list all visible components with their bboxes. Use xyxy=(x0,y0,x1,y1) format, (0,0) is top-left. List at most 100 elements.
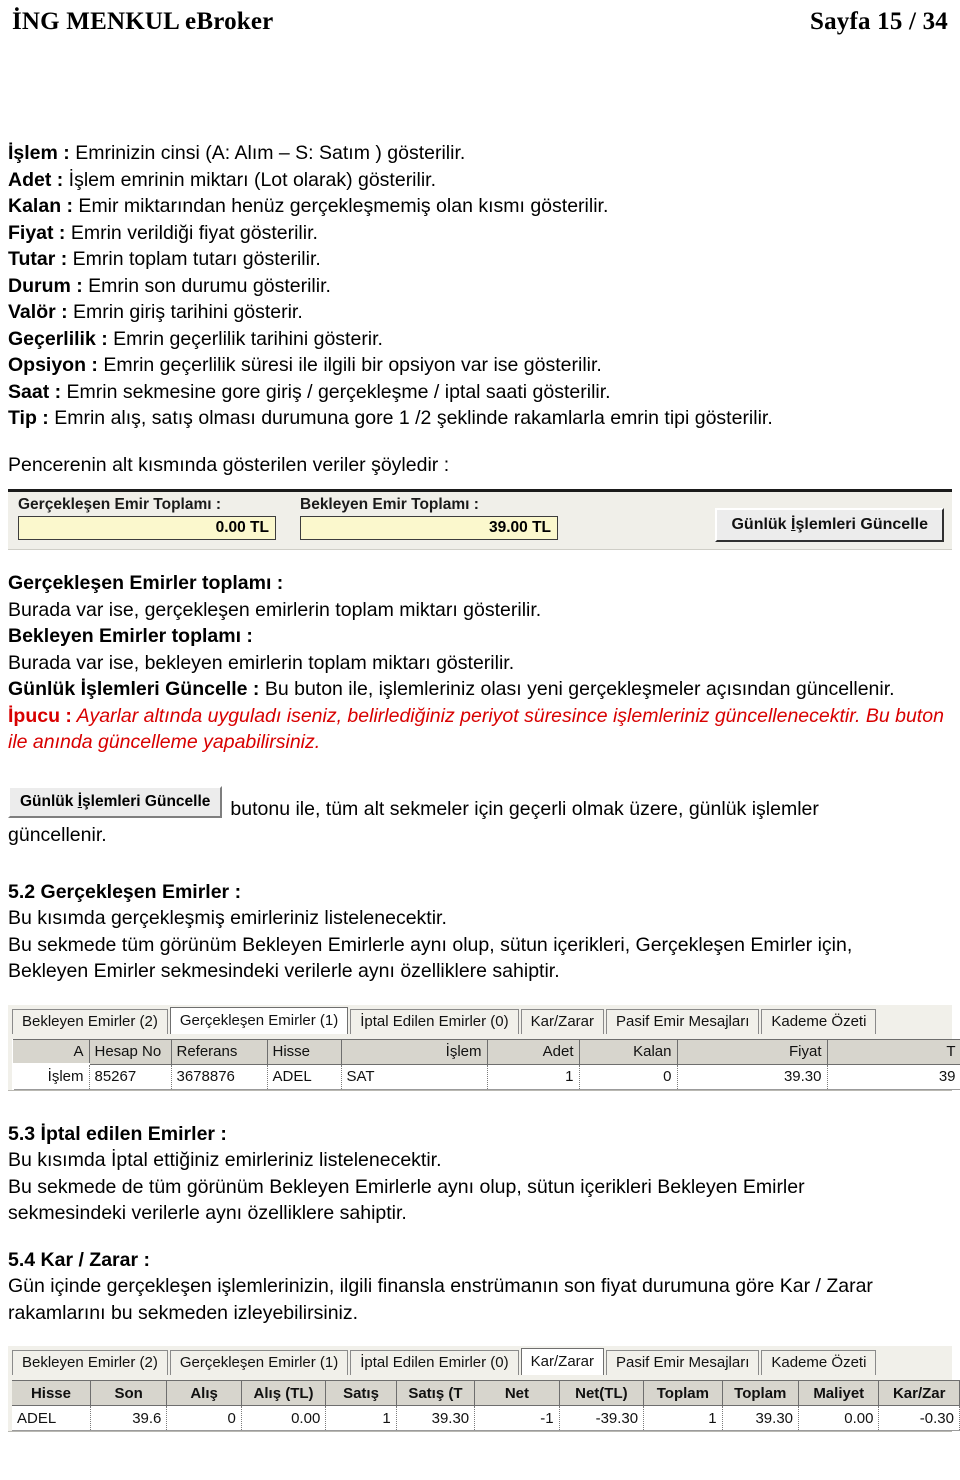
definition-item: Tutar : Emrin toplam tutarı gösterilir. xyxy=(8,246,952,273)
section-53-line: Bu kısımda İptal ettiğiniz emirleriniz l… xyxy=(8,1149,442,1171)
definition-desc: Emir miktarından henüz gerçekleşmemiş ol… xyxy=(73,195,609,217)
profit-row-son: 39.6 xyxy=(90,1405,168,1431)
explanation-refresh-desc: Bu buton ile, işlemleriniz olası yeni ge… xyxy=(259,678,895,700)
profit-col-hisse[interactable]: Hisse xyxy=(12,1380,91,1406)
section-52-line: Bu sekmede tüm görünüm Bekleyen Emirlerl… xyxy=(8,933,853,956)
orders-col-adet[interactable]: Adet xyxy=(487,1038,580,1065)
profit-row-satis: 1 xyxy=(325,1405,397,1431)
orders-row-fiyat: 39.30 xyxy=(677,1064,828,1090)
definition-term: Opsiyon : xyxy=(8,354,98,376)
orders-col-hesap-no[interactable]: Hesap No xyxy=(89,1038,172,1065)
orders-col-a[interactable]: A xyxy=(13,1038,90,1065)
refresh-button-text-post: şlemleri Güncelle xyxy=(795,516,928,533)
explanation-realized: Gerçekleşen Emirler toplamı : Burada var… xyxy=(8,570,952,623)
orders-row-referans: 3678876 xyxy=(171,1064,268,1090)
profit-col-toplam-tl[interactable]: Toplam xyxy=(722,1380,800,1406)
definition-item: Adet : İşlem emrinin miktarı (Lot olarak… xyxy=(8,167,952,194)
definition-desc: Emrin verildiği fiyat gösterilir. xyxy=(65,221,318,244)
inline-button-text-post: şlemleri Güncelle xyxy=(82,792,211,810)
orders-col-islem[interactable]: İşlem xyxy=(341,1038,488,1065)
definition-desc: Emrin alış, satış olması durumuna gore 1… xyxy=(48,407,773,429)
definition-desc: Emrin geçerlilik süresi ile ilgili bir o… xyxy=(97,354,602,376)
profit-col-alis[interactable]: Alış xyxy=(166,1380,242,1406)
tip-label: İpucu : xyxy=(8,704,72,727)
table-row[interactable]: ADEL 39.6 0 0.00 1 39.30 -1 -39.30 1 39.… xyxy=(12,1405,960,1431)
inline-button-caption: butonu ile, tüm alt sekmeler için geçerl… xyxy=(230,797,819,820)
definition-term: Tip : xyxy=(8,407,49,429)
refresh-daily-transactions-inline-button[interactable]: Günlük İşlemleri Güncelle xyxy=(8,785,223,818)
definition-item: Fiyat : Emrin verildiği fiyat gösterilir… xyxy=(8,220,952,247)
profit-row-alis-tl: 0.00 xyxy=(241,1405,327,1431)
definition-term: Valör : xyxy=(8,301,68,323)
inline-button-text-pre: Günlük xyxy=(20,792,78,810)
orders-header-row: A Hesap No Referans Hisse İşlem Adet Kal… xyxy=(13,1038,960,1065)
profit-col-alis-tl[interactable]: Alış (TL) xyxy=(241,1380,327,1406)
profit-row-kar-zarar: -0.30 xyxy=(878,1405,960,1431)
profit-row-net-tl: -39.30 xyxy=(559,1405,645,1431)
tab-bekleyen-emirler[interactable]: Bekleyen Emirler (2) xyxy=(12,1008,168,1034)
totals-panel: Gerçekleşen Emir Toplamı : 0.00 TL Bekle… xyxy=(8,492,952,550)
definition-term: Geçerlilik : xyxy=(8,327,108,350)
section-54: 5.4 Kar / Zarar : Gün içinde gerçekleşen… xyxy=(8,1247,952,1327)
orders-col-tutar[interactable]: T xyxy=(827,1038,960,1065)
profit-grid-wrap: Hisse Son Alış Alış (TL) Satış Satış (T … xyxy=(8,1374,960,1431)
orders-grid-wrap: A Hesap No Referans Hisse İşlem Adet Kal… xyxy=(8,1032,960,1090)
explanation-refresh-term: Günlük İşlemleri Güncelle : xyxy=(8,678,260,700)
definition-item: Tip : Emrin alış, satış olması durumuna … xyxy=(8,405,952,432)
definition-term: İşlem : xyxy=(8,142,70,164)
orders-col-kalan[interactable]: Kalan xyxy=(579,1038,678,1065)
profit-col-net[interactable]: Net xyxy=(474,1380,560,1406)
definition-desc: İşlem emrinin miktarı (Lot olarak) göste… xyxy=(63,168,437,191)
definition-item: İşlem : Emrinizin cinsi (A: Alım – S: Sa… xyxy=(8,140,952,167)
profit-col-toplam-adet[interactable]: Toplam xyxy=(643,1380,723,1406)
profit-col-son[interactable]: Son xyxy=(90,1380,168,1406)
tab-kar-zarar[interactable]: Kar/Zarar xyxy=(520,1008,604,1034)
orders-row-hisse: ADEL xyxy=(267,1064,342,1090)
profit-row-toplam-tl: 39.30 xyxy=(722,1405,800,1431)
realized-total-label: Gerçekleşen Emir Toplamı : xyxy=(18,496,222,513)
page-indicator: Sayfa 15 / 34 xyxy=(809,8,948,35)
tab-kademe-ozeti-2[interactable]: Kademe Özeti xyxy=(761,1350,877,1375)
tab-iptal-edilen-emirler-2[interactable]: İptal Edilen Emirler (0) xyxy=(350,1350,519,1375)
tab-bekleyen-emirler-2[interactable]: Bekleyen Emirler (2) xyxy=(12,1350,168,1375)
profit-col-satis[interactable]: Satış xyxy=(325,1380,397,1406)
profit-col-satis-tl[interactable]: Satış (T xyxy=(396,1380,476,1406)
tab-gerceklesen-emirler-2[interactable]: Gerçekleşen Emirler (1) xyxy=(169,1350,349,1375)
profit-col-kar-zarar[interactable]: Kar/Zar xyxy=(878,1380,960,1406)
explanation-pending-term: Bekleyen Emirler toplamı : xyxy=(8,625,253,647)
pending-total-label: Bekleyen Emir Toplamı : xyxy=(300,496,479,513)
section-54-heading: 5.4 Kar / Zarar : xyxy=(8,1248,150,1271)
orders-col-hisse[interactable]: Hisse xyxy=(267,1038,342,1065)
tab-kar-zarar-2[interactable]: Kar/Zarar xyxy=(520,1348,604,1375)
document-page: İNG MENKUL eBroker Sayfa 15 / 34 İşlem :… xyxy=(0,0,960,1480)
document-header: İNG MENKUL eBroker Sayfa 15 / 34 xyxy=(8,0,952,36)
orders-row-action-button[interactable]: İşlem xyxy=(12,1063,90,1090)
table-row[interactable]: İşlem 85267 3678876 ADEL SAT 1 0 39.30 3… xyxy=(12,1063,960,1090)
section-53-line: sekmesindeki verilerle aynı özelliklere … xyxy=(8,1202,407,1224)
definition-desc: Emrin geçerlilik tarihini gösterir. xyxy=(107,327,383,350)
tab-pasif-emir-mesajlari-2[interactable]: Pasif Emir Mesajları xyxy=(606,1350,760,1375)
orders-col-referans[interactable]: Referans xyxy=(171,1038,268,1065)
tab-pasif-emir-mesajlari[interactable]: Pasif Emir Mesajları xyxy=(606,1008,760,1034)
orders-grid-screenshot: Bekleyen Emirler (2) Gerçekleşen Emirler… xyxy=(8,1004,960,1091)
bottom-panel-intro: Pencerenin alt kısmında gösterilen veril… xyxy=(8,453,450,476)
orders-table: A Hesap No Referans Hisse İşlem Adet Kal… xyxy=(12,1038,960,1090)
explanation-pending-desc: Burada var ise, bekleyen emirlerin topla… xyxy=(8,651,515,674)
profit-loss-grid-screenshot: Bekleyen Emirler (2) Gerçekleşen Emirler… xyxy=(8,1346,960,1432)
tab-gerceklesen-emirler[interactable]: Gerçekleşen Emirler (1) xyxy=(169,1006,349,1034)
refresh-daily-transactions-button[interactable]: Günlük İşlemleri Güncelle xyxy=(715,508,944,542)
tab-kademe-ozeti[interactable]: Kademe Özeti xyxy=(761,1008,877,1034)
profit-col-maliyet[interactable]: Maliyet xyxy=(798,1380,880,1406)
tab-iptal-edilen-emirler[interactable]: İptal Edilen Emirler (0) xyxy=(350,1008,519,1034)
profit-row-satis-tl: 39.30 xyxy=(396,1405,476,1431)
profit-col-net-tl[interactable]: Net(TL) xyxy=(559,1380,645,1406)
section-53-heading: 5.3 İptal edilen Emirler : xyxy=(8,1122,227,1145)
orders-col-fiyat[interactable]: Fiyat xyxy=(677,1038,828,1065)
pending-total-group: Bekleyen Emir Toplamı : 39.00 TL xyxy=(300,496,558,540)
profit-loss-table: Hisse Son Alış Alış (TL) Satış Satış (T … xyxy=(12,1380,960,1431)
explanation-realized-desc: Burada var ise, gerçekleşen emirlerin to… xyxy=(8,598,542,621)
orders-row-islem: SAT xyxy=(341,1064,488,1090)
section-53: 5.3 İptal edilen Emirler : Bu kısımda İp… xyxy=(8,1121,952,1227)
definition-item: Geçerlilik : Emrin geçerlilik tarihini g… xyxy=(8,326,952,353)
orders-row-adet: 1 xyxy=(487,1064,580,1090)
